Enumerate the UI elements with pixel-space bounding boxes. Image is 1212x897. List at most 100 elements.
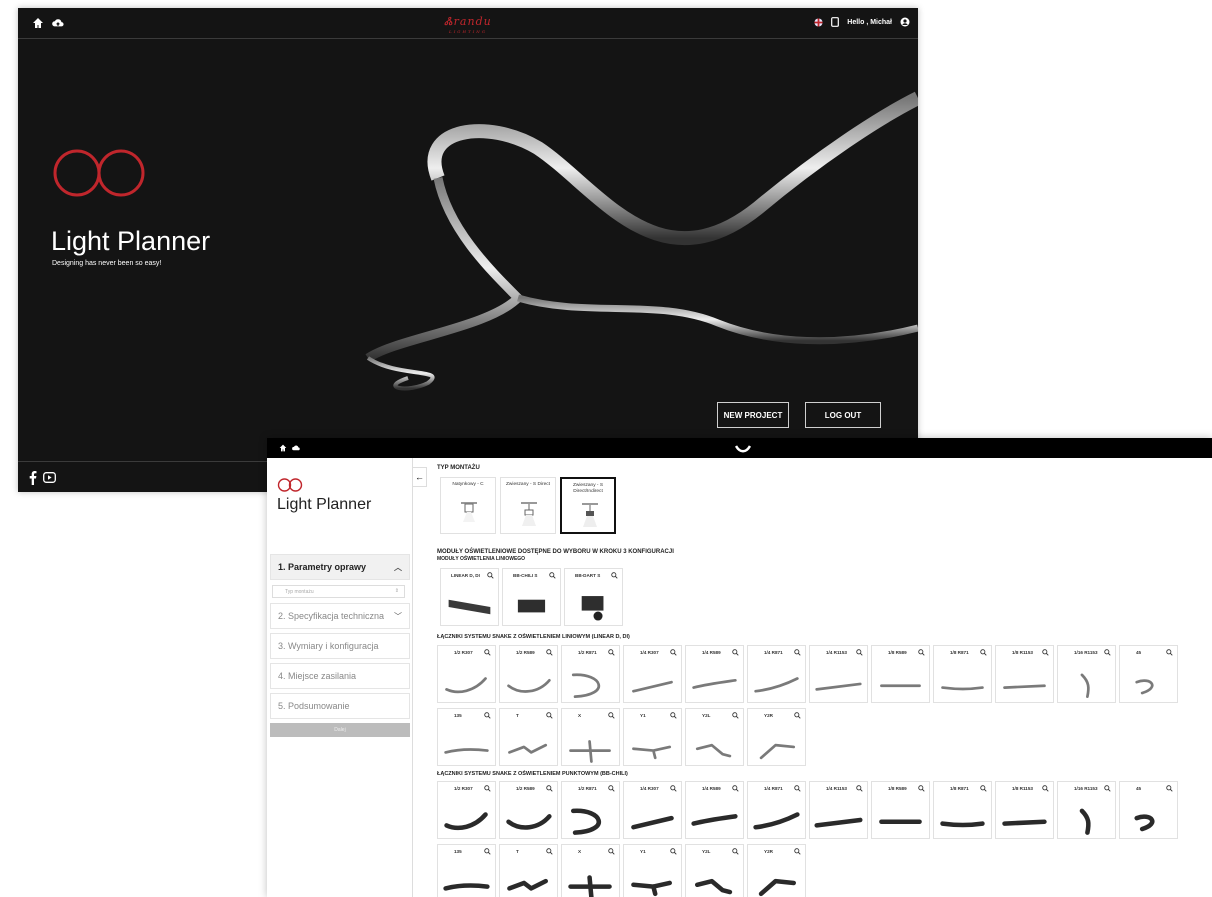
- connector-card[interactable]: 45: [1119, 781, 1178, 839]
- zoom-icon[interactable]: [856, 649, 863, 656]
- connector-card[interactable]: 1/8 R589: [871, 781, 930, 839]
- zoom-icon[interactable]: [487, 572, 494, 579]
- zoom-icon[interactable]: [670, 848, 677, 855]
- zoom-icon[interactable]: [1042, 649, 1049, 656]
- typ-montazu-field[interactable]: Typ montażu ⇕: [272, 585, 405, 598]
- zoom-icon[interactable]: [1104, 785, 1111, 792]
- zoom-icon[interactable]: [546, 848, 553, 855]
- zoom-icon[interactable]: [670, 785, 677, 792]
- module-card[interactable]: BB-DART S: [564, 568, 623, 626]
- mount-option-selected[interactable]: Zwieszany - S Direct/Indirect: [560, 477, 616, 534]
- zoom-icon[interactable]: [608, 848, 615, 855]
- zoom-icon[interactable]: [1166, 649, 1173, 656]
- connector-card[interactable]: 1/2 R589: [499, 645, 558, 703]
- connector-card[interactable]: Y2L: [685, 708, 744, 766]
- zoom-icon[interactable]: [484, 785, 491, 792]
- module-card[interactable]: BB-CHILI S: [502, 568, 561, 626]
- zoom-icon[interactable]: [608, 712, 615, 719]
- step-podsumowanie[interactable]: 5. Podsumowanie: [270, 693, 410, 719]
- zoom-icon[interactable]: [732, 649, 739, 656]
- home-icon[interactable]: [279, 444, 287, 452]
- connector-card[interactable]: 1/8 R1153: [995, 645, 1054, 703]
- youtube-icon[interactable]: [43, 471, 56, 483]
- zoom-icon[interactable]: [856, 785, 863, 792]
- zoom-icon[interactable]: [1104, 649, 1111, 656]
- module-card[interactable]: LINEAR D, DI: [440, 568, 499, 626]
- step-parametry-oprawy[interactable]: 1. Parametry oprawy ︿: [270, 554, 410, 580]
- zoom-icon[interactable]: [794, 848, 801, 855]
- facebook-icon[interactable]: [28, 470, 37, 485]
- connector-card[interactable]: 1/2 R307: [437, 645, 496, 703]
- connector-card[interactable]: Y2R: [747, 844, 806, 897]
- connector-card[interactable]: Y2L: [685, 844, 744, 897]
- language-flag-icon[interactable]: [814, 17, 823, 27]
- connector-card[interactable]: Y1: [623, 708, 682, 766]
- connector-card[interactable]: 1/16 R1153: [1057, 781, 1116, 839]
- user-account-icon[interactable]: [900, 17, 910, 27]
- step-specyfikacja-techniczna[interactable]: 2. Specyfikacja techniczna ﹀: [270, 603, 410, 629]
- zoom-icon[interactable]: [484, 712, 491, 719]
- connector-card[interactable]: 1/4 R1153: [809, 645, 868, 703]
- zoom-icon[interactable]: [484, 649, 491, 656]
- connector-card[interactable]: 1/4 R1153: [809, 781, 868, 839]
- zoom-icon[interactable]: [549, 572, 556, 579]
- tablet-icon[interactable]: [831, 17, 840, 27]
- connector-card[interactable]: Y2R: [747, 708, 806, 766]
- home-icon[interactable]: [32, 17, 44, 29]
- mount-option[interactable]: Zwieszany - S Direct: [500, 477, 556, 534]
- connector-card[interactable]: 1/16 R1153: [1057, 645, 1116, 703]
- connector-card[interactable]: 135: [437, 844, 496, 897]
- connector-card[interactable]: 1/8 R1153: [995, 781, 1054, 839]
- zoom-icon[interactable]: [670, 649, 677, 656]
- connector-card[interactable]: 1/8 R871: [933, 781, 992, 839]
- cloud-upload-icon[interactable]: [292, 444, 300, 452]
- zoom-icon[interactable]: [546, 649, 553, 656]
- zoom-icon[interactable]: [980, 649, 987, 656]
- connector-card[interactable]: 1/4 R307: [623, 645, 682, 703]
- zoom-icon[interactable]: [546, 712, 553, 719]
- connector-card[interactable]: T: [499, 844, 558, 897]
- connector-card[interactable]: 1/4 R307: [623, 781, 682, 839]
- zoom-icon[interactable]: [732, 785, 739, 792]
- connector-card[interactable]: 1/2 R589: [499, 781, 558, 839]
- cloud-upload-icon[interactable]: [52, 17, 64, 29]
- step-miejsce-zasilania[interactable]: 4. Miejsce zasilania: [270, 663, 410, 689]
- zoom-icon[interactable]: [794, 712, 801, 719]
- connector-card[interactable]: 1/4 R871: [747, 645, 806, 703]
- connector-card[interactable]: 1/2 R871: [561, 781, 620, 839]
- connector-card[interactable]: 1/4 R871: [747, 781, 806, 839]
- connector-card[interactable]: 1/2 R871: [561, 645, 620, 703]
- mount-option[interactable]: Natynkowy - C: [440, 477, 496, 534]
- connector-card[interactable]: Y1: [623, 844, 682, 897]
- next-button[interactable]: Dalej: [270, 723, 410, 737]
- step-wymiary-i-konfiguracja[interactable]: 3. Wymiary i konfiguracja: [270, 633, 410, 659]
- zoom-icon[interactable]: [794, 785, 801, 792]
- connector-card[interactable]: 1/4 R589: [685, 645, 744, 703]
- zoom-icon[interactable]: [546, 785, 553, 792]
- zoom-icon[interactable]: [918, 785, 925, 792]
- zoom-icon[interactable]: [1042, 785, 1049, 792]
- connector-card[interactable]: 1/8 R589: [871, 645, 930, 703]
- connector-card[interactable]: 135: [437, 708, 496, 766]
- zoom-icon[interactable]: [608, 649, 615, 656]
- zoom-icon[interactable]: [980, 785, 987, 792]
- logout-button[interactable]: LOG OUT: [805, 402, 881, 428]
- zoom-icon[interactable]: [608, 785, 615, 792]
- connector-card[interactable]: 45: [1119, 645, 1178, 703]
- zoom-icon[interactable]: [794, 649, 801, 656]
- new-project-button[interactable]: NEW PROJECT: [717, 402, 789, 428]
- zoom-icon[interactable]: [732, 848, 739, 855]
- zoom-icon[interactable]: [1166, 785, 1173, 792]
- connector-card[interactable]: X: [561, 844, 620, 897]
- connector-card[interactable]: T: [499, 708, 558, 766]
- connector-card[interactable]: 1/8 R871: [933, 645, 992, 703]
- connector-card[interactable]: X: [561, 708, 620, 766]
- zoom-icon[interactable]: [732, 712, 739, 719]
- zoom-icon[interactable]: [670, 712, 677, 719]
- zoom-icon[interactable]: [484, 848, 491, 855]
- zoom-icon[interactable]: [611, 572, 618, 579]
- connector-card[interactable]: 1/2 R307: [437, 781, 496, 839]
- zoom-icon[interactable]: [918, 649, 925, 656]
- collapse-sidebar-button[interactable]: ←: [413, 467, 427, 487]
- connector-card[interactable]: 1/4 R589: [685, 781, 744, 839]
